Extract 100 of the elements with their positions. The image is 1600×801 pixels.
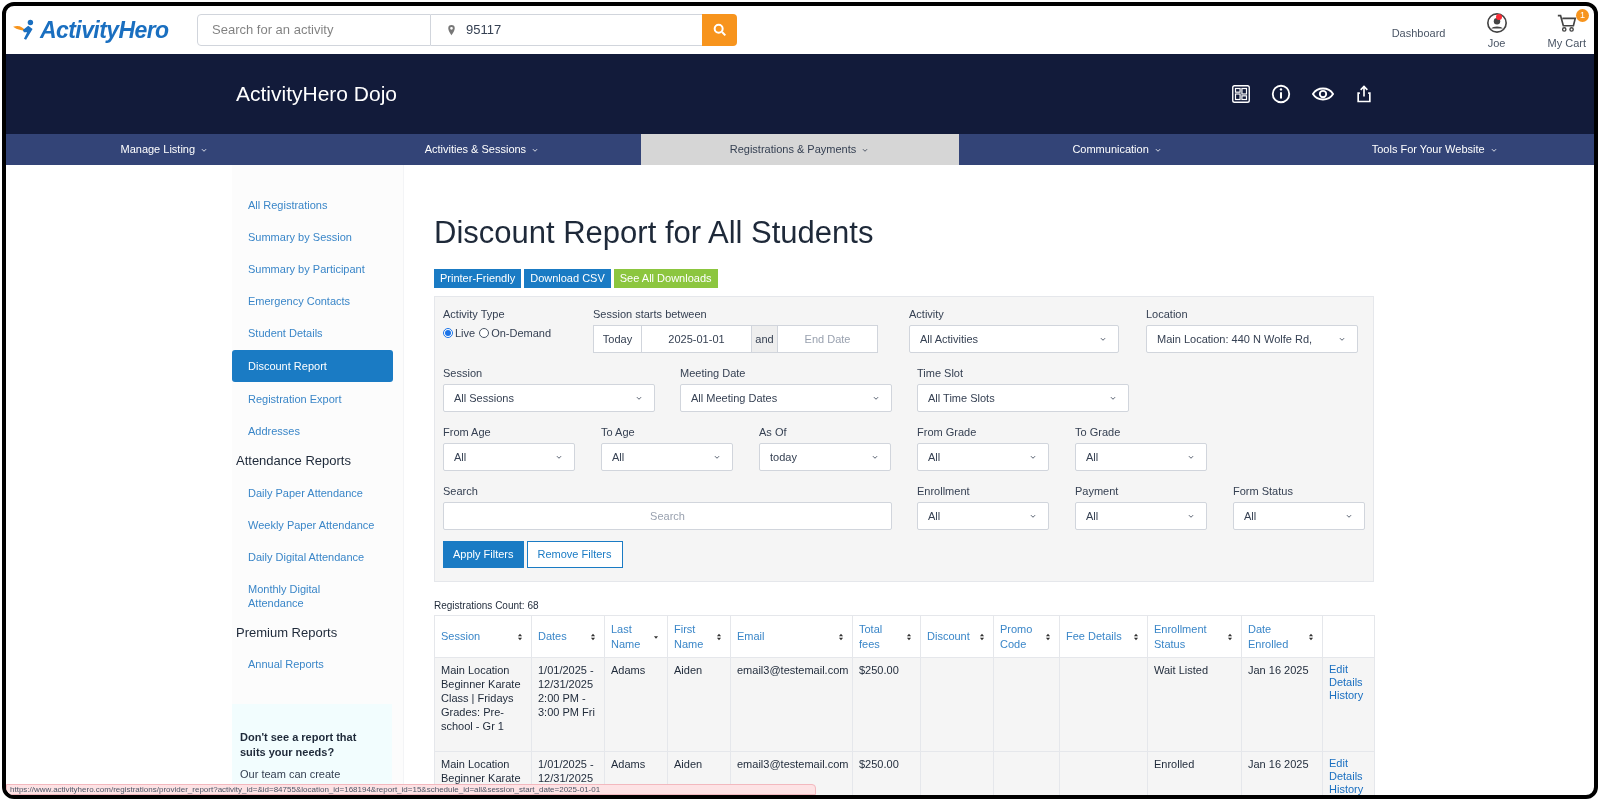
section-heading: Premium Reports: [235, 623, 339, 642]
search-field[interactable]: Search: [443, 502, 892, 530]
search-icon: [711, 22, 728, 38]
filter-button[interactable]: Remove Filters: [526, 541, 623, 568]
sort-icon[interactable]: [836, 631, 846, 642]
row-action-link[interactable]: Details: [1329, 770, 1368, 783]
nav-tab[interactable]: Tools For Your Website: [1276, 134, 1594, 165]
dropdown[interactable]: All: [1233, 502, 1365, 530]
end-date-field[interactable]: End Date: [778, 325, 878, 353]
sort-icon[interactable]: [904, 631, 914, 642]
table-cell: $250.00: [859, 758, 899, 770]
sidebar-item[interactable]: All Registrations: [232, 189, 393, 221]
action-button[interactable]: Download CSV: [524, 269, 611, 288]
field-label: Search: [443, 484, 479, 499]
sidebar-item[interactable]: Summary by Session: [232, 221, 393, 253]
promo-title: Don't see a report that suits your needs?: [240, 730, 358, 760]
dropdown[interactable]: All: [917, 443, 1049, 471]
table-cell: Wait Listed: [1154, 664, 1208, 676]
table-cell: Adams: [611, 758, 646, 770]
column-header[interactable]: Email: [737, 629, 765, 644]
table-cell: Jan 16 2025: [1248, 664, 1309, 676]
dashboard-link[interactable]: Dashboard: [1391, 25, 1446, 42]
table-cell: Enrolled: [1154, 758, 1195, 770]
row-action-link[interactable]: History: [1329, 689, 1368, 702]
sidebar-item[interactable]: Daily Digital Attendance: [232, 540, 393, 573]
row-action-link[interactable]: History: [1329, 783, 1368, 795]
dropdown[interactable]: All Time Slots: [917, 384, 1129, 412]
sort-icon[interactable]: [1306, 631, 1316, 642]
nav-tab[interactable]: Communication: [958, 134, 1277, 165]
cart-icon: [1555, 12, 1578, 35]
sort-icon[interactable]: [588, 631, 598, 642]
sort-icon[interactable]: [1225, 631, 1235, 642]
section-heading: Attendance Reports: [235, 452, 352, 470]
dropdown[interactable]: All: [443, 443, 575, 471]
sidebar-item[interactable]: Student Details: [232, 317, 393, 349]
table-cell: Main Location Beginner Karate Class | Fridays Grades: Pre-school - Gr 1: [441, 664, 521, 732]
dropdown[interactable]: All: [1075, 443, 1207, 471]
cart-badge: 1: [1576, 9, 1589, 23]
table-cell: 1/01/2025 - 12/31/2025: [538, 758, 594, 784]
sidebar-item[interactable]: Discount Report: [232, 350, 393, 382]
dropdown[interactable]: All Sessions: [443, 384, 655, 412]
nav-tab[interactable]: Activities & Sessions: [323, 134, 642, 165]
dropdown[interactable]: today: [759, 443, 891, 471]
field-label: Activity Type: [443, 307, 506, 322]
radio-option[interactable]: Live: [443, 325, 476, 342]
sort-icon[interactable]: [515, 631, 525, 642]
field-label: Form Status: [1233, 484, 1294, 499]
sidebar-item[interactable]: Daily Paper Attendance: [232, 476, 393, 509]
field-label: From Age: [443, 425, 492, 440]
dropdown[interactable]: All Meeting Dates: [680, 384, 892, 412]
dropdown[interactable]: All: [601, 443, 733, 471]
sidebar-item[interactable]: Monthly Digital Attendance: [232, 572, 393, 619]
status-url: https://www.activityhero.com/registrations/provider_report?activity_id=&id=84755&location_id=168194&report_id=15&schedule_id=all&session_start_date=2025-01-01: [6, 784, 816, 795]
sidebar-item[interactable]: Addresses: [232, 415, 393, 447]
cart-link[interactable]: 1 My Cart: [1547, 12, 1586, 52]
date-joiner: and: [751, 325, 778, 353]
row-action-link[interactable]: Edit: [1329, 663, 1368, 676]
info-icon[interactable]: [1270, 83, 1292, 105]
sidebar-item[interactable]: Summary by Participant: [232, 253, 393, 285]
location-field[interactable]: 95117: [431, 14, 702, 46]
field-label: Payment: [1075, 484, 1120, 499]
start-date-field[interactable]: 2025-01-01: [642, 325, 751, 353]
sort-icon[interactable]: [1131, 631, 1141, 642]
search-field[interactable]: Search for an activity: [197, 14, 431, 46]
field-label: Location: [1146, 307, 1189, 322]
dashboard-icon[interactable]: [1230, 83, 1252, 105]
filter-button[interactable]: Apply Filters: [443, 541, 524, 568]
row-action-link[interactable]: Edit: [1329, 757, 1368, 770]
user-icon: [1485, 12, 1508, 35]
sort-icon[interactable]: [1043, 631, 1053, 642]
sidebar-item[interactable]: Registration Export: [232, 383, 393, 415]
logo-text[interactable]: ActivityHero: [40, 12, 169, 48]
dropdown[interactable]: All: [917, 502, 1049, 530]
map-pin-icon: [445, 23, 458, 37]
nav-tab[interactable]: Registrations & Payments: [641, 134, 959, 165]
table-cell: email3@testemail.com: [737, 664, 849, 676]
field-label: Session starts between: [593, 307, 708, 322]
radio-option[interactable]: On-Demand: [479, 325, 552, 342]
sidebar-item[interactable]: Annual Reports: [232, 648, 393, 680]
nav-tab[interactable]: Manage Listing: [6, 134, 324, 165]
field-label: Enrollment: [917, 484, 971, 499]
table-cell: 1/01/2025 - 12/31/2025 2:00 PM - 3:00 PM Fri: [538, 664, 595, 718]
row-action-link[interactable]: Details: [1329, 676, 1368, 689]
sidebar-item[interactable]: Weekly Paper Attendance: [232, 508, 393, 541]
column-header[interactable]: Session: [441, 629, 481, 644]
field-label: To Grade: [1075, 425, 1122, 440]
action-button[interactable]: Printer-Friendly: [434, 269, 522, 288]
sidebar-item[interactable]: Emergency Contacts: [232, 285, 393, 317]
today-button[interactable]: Today: [593, 325, 642, 353]
sort-icon[interactable]: [977, 631, 987, 642]
user-link[interactable]: Joe: [1485, 12, 1508, 52]
dropdown[interactable]: Main Location: 440 N Wolfe Rd,: [1146, 325, 1358, 353]
field-label: As Of: [759, 425, 788, 440]
dropdown[interactable]: All Activities: [909, 325, 1119, 353]
table-cell: Aiden: [674, 664, 703, 676]
table-cell: Jan 16 2025: [1248, 758, 1309, 770]
share-icon[interactable]: [1354, 84, 1374, 104]
sort-icon[interactable]: [714, 631, 724, 642]
column-header[interactable]: Dates: [538, 629, 567, 644]
dropdown[interactable]: All: [1075, 502, 1207, 530]
